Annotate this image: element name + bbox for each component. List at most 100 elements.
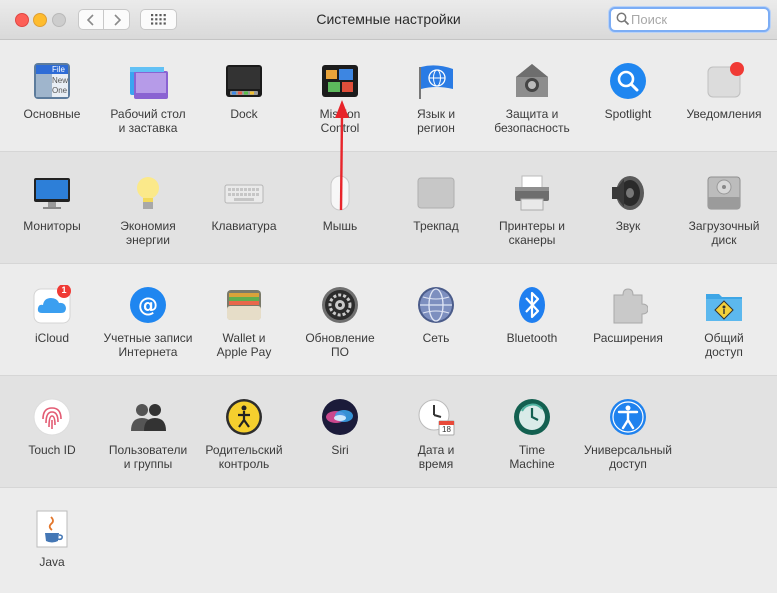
pref-trackpad[interactable]: Трекпад bbox=[388, 152, 484, 233]
pref-label: Защита и безопасность bbox=[494, 107, 570, 135]
pref-java[interactable]: Java bbox=[4, 488, 100, 569]
pref-mouse[interactable]: Мышь bbox=[292, 152, 388, 233]
notifications-icon bbox=[704, 61, 744, 101]
pref-startup-disk[interactable]: Загрузочный диск bbox=[676, 152, 772, 247]
date-time-icon: 18 bbox=[416, 397, 456, 437]
users-icon bbox=[128, 397, 168, 437]
pref-label: Экономия энергии bbox=[120, 219, 176, 247]
pref-date-time[interactable]: 18 Дата и время bbox=[388, 376, 484, 471]
pref-label: Трекпад bbox=[413, 219, 459, 233]
pref-language[interactable]: Язык и регион bbox=[388, 40, 484, 135]
show-all-button[interactable] bbox=[140, 9, 177, 30]
pref-general[interactable]: File New One Основные bbox=[4, 40, 100, 121]
pref-sharing[interactable]: Общий доступ bbox=[676, 264, 772, 359]
pref-keyboard[interactable]: Клавиатура bbox=[196, 152, 292, 233]
search-input[interactable] bbox=[631, 11, 761, 28]
startup-disk-icon bbox=[704, 173, 744, 213]
general-icon: File New One bbox=[32, 61, 72, 101]
touch-id-icon bbox=[32, 397, 72, 437]
chevron-right-icon bbox=[113, 13, 121, 26]
pref-dock[interactable]: Dock bbox=[196, 40, 292, 121]
pref-label: Уведомления bbox=[686, 107, 762, 121]
pref-label: Принтеры и сканеры bbox=[499, 219, 565, 247]
bluetooth-icon bbox=[512, 285, 552, 325]
language-icon bbox=[416, 61, 456, 101]
pref-label: Dock bbox=[230, 107, 258, 121]
pref-label: Java bbox=[39, 555, 65, 569]
pref-software-update[interactable]: Обновление ПО bbox=[292, 264, 388, 359]
mouse-icon bbox=[320, 173, 360, 213]
pref-security[interactable]: Защита и безопасность bbox=[484, 40, 580, 135]
pref-label: Звук bbox=[615, 219, 641, 233]
pref-label: Расширения bbox=[593, 331, 663, 345]
svg-text:@: @ bbox=[138, 293, 158, 317]
general-new-text: New bbox=[52, 76, 69, 85]
pref-label: Сеть bbox=[422, 331, 450, 345]
pref-bluetooth[interactable]: Bluetooth bbox=[484, 264, 580, 345]
parental-icon bbox=[224, 397, 264, 437]
mission-control-icon bbox=[320, 61, 360, 101]
pref-label: Обновление ПО bbox=[305, 331, 375, 359]
search-field[interactable] bbox=[609, 7, 770, 32]
chevron-left-icon bbox=[87, 13, 94, 26]
notification-badge: 1 bbox=[61, 285, 67, 295]
pref-displays[interactable]: Мониторы bbox=[4, 152, 100, 233]
energy-icon bbox=[128, 173, 168, 213]
pref-label: Time Machine bbox=[509, 443, 555, 471]
pref-internet-accounts[interactable]: @ Учетные записи Интернета bbox=[100, 264, 196, 359]
pref-time-machine[interactable]: Time Machine bbox=[484, 376, 580, 471]
pref-sound[interactable]: Звук bbox=[580, 152, 676, 233]
pref-desktop[interactable]: Рабочий стол и заставка bbox=[100, 40, 196, 135]
pref-parental[interactable]: Родительский контроль bbox=[196, 376, 292, 471]
desktop-icon bbox=[128, 61, 168, 101]
pref-network[interactable]: Сеть bbox=[388, 264, 484, 345]
pref-label: Дата и время bbox=[417, 443, 455, 471]
pref-users[interactable]: Пользователи и группы bbox=[100, 376, 196, 471]
pref-printers[interactable]: Принтеры и сканеры bbox=[484, 152, 580, 247]
pref-label: Рабочий стол и заставка bbox=[110, 107, 186, 135]
security-icon bbox=[512, 61, 552, 101]
pref-label: Пользователи и группы bbox=[108, 443, 188, 471]
pref-accessibility[interactable]: Универсальный доступ bbox=[580, 376, 676, 471]
pref-label: iCloud bbox=[34, 331, 70, 345]
zoom-button[interactable] bbox=[52, 13, 66, 27]
java-icon bbox=[32, 509, 72, 549]
software-update-icon bbox=[320, 285, 360, 325]
pref-icloud[interactable]: 1 iCloud bbox=[4, 264, 100, 345]
minimize-button[interactable] bbox=[33, 13, 47, 27]
siri-icon bbox=[320, 397, 360, 437]
grid-icon bbox=[151, 14, 166, 25]
pref-siri[interactable]: Siri bbox=[292, 376, 388, 457]
general-one-text: One bbox=[52, 86, 68, 95]
network-icon bbox=[416, 285, 456, 325]
system-preferences-window: Системные настройки File New One Основны… bbox=[0, 0, 777, 593]
printer-icon bbox=[512, 173, 552, 213]
pref-label: Учетные записи Интернета bbox=[103, 331, 193, 359]
pref-notifications[interactable]: Уведомления bbox=[676, 40, 772, 121]
pref-label: Мышь bbox=[322, 219, 358, 233]
dock-icon bbox=[224, 61, 264, 101]
sound-icon bbox=[608, 173, 648, 213]
trackpad-icon bbox=[416, 173, 456, 213]
pref-label: Универсальный доступ bbox=[584, 443, 672, 471]
pref-energy[interactable]: Экономия энергии bbox=[100, 152, 196, 247]
close-button[interactable] bbox=[15, 13, 29, 27]
pref-wallet[interactable]: Wallet и Apple Pay bbox=[196, 264, 292, 359]
pref-extensions[interactable]: Расширения bbox=[580, 264, 676, 345]
pref-mission-control[interactable]: Mission Control bbox=[292, 40, 388, 135]
pref-label: Язык и регион bbox=[416, 107, 456, 135]
internet-accounts-icon: @ bbox=[128, 285, 168, 325]
pref-label: Родительский контроль bbox=[205, 443, 283, 471]
pref-spotlight[interactable]: Spotlight bbox=[580, 40, 676, 121]
extensions-icon bbox=[608, 285, 649, 325]
back-button[interactable] bbox=[78, 9, 104, 30]
pref-label: Клавиатура bbox=[211, 219, 277, 233]
pref-label: Touch ID bbox=[28, 443, 76, 457]
pref-touch-id[interactable]: Touch ID bbox=[4, 376, 100, 457]
forward-button[interactable] bbox=[104, 9, 130, 30]
displays-icon bbox=[32, 173, 72, 213]
time-machine-icon bbox=[512, 397, 552, 437]
wallet-icon bbox=[224, 285, 264, 325]
pref-label: Siri bbox=[331, 443, 349, 457]
pref-label: Загрузочный диск bbox=[688, 219, 760, 247]
